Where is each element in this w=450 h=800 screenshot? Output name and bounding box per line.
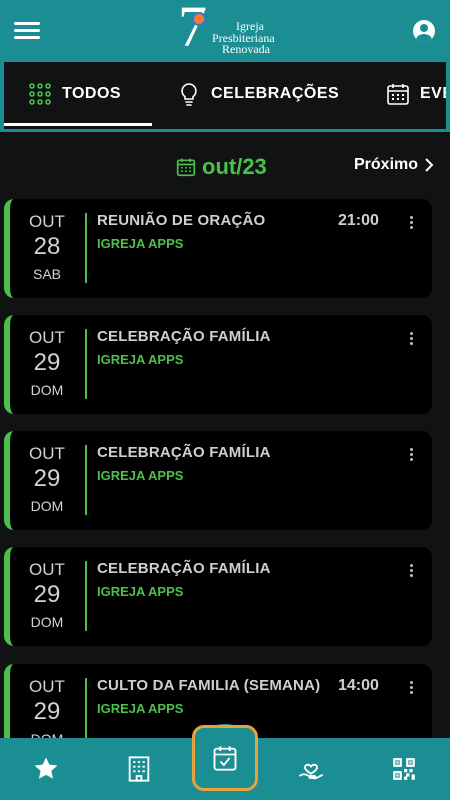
more-options-icon[interactable] [408,564,416,580]
event-card[interactable]: OUT 29 DOM CELEBRAÇÃO FAMÍLIA IGREJA APP… [4,315,432,414]
tab-todos[interactable]: TODOS [28,62,121,126]
event-day: 28 [33,233,61,260]
event-time: 21:00 [338,212,379,229]
event-title: CULTO DA FAMILIA (SEMANA) [97,677,321,694]
event-month: OUT [29,212,65,231]
calendar-check-icon [213,746,237,771]
current-month: out/23 [176,154,267,180]
date-divider [85,329,87,399]
grid-dots-icon [29,83,51,105]
calendar-month-icon [176,158,196,177]
event-weekday: DOM [30,382,64,398]
event-month: OUT [29,328,65,347]
event-day: 29 [33,581,61,608]
chevron-right-icon [425,158,434,172]
event-time: 14:00 [338,677,379,694]
app-header: 7 Igreja Presbiteriana Renovada [0,0,450,62]
more-options-icon[interactable] [408,448,416,464]
event-card[interactable]: OUT 29 DOM CELEBRAÇÃO FAMÍLIA IGREJA APP… [4,547,432,646]
menu-icon[interactable] [14,22,40,40]
nav-church[interactable] [122,752,156,786]
logo-line-3: Renovada [222,42,270,56]
month-label: out/23 [202,154,267,179]
tab-celebracoes[interactable]: CELEBRAÇÕES [177,62,339,126]
event-month: OUT [29,677,65,696]
nav-qr-code[interactable] [387,752,421,786]
event-month: OUT [29,444,65,463]
month-navigation: out/23 Próximo [0,150,450,186]
nav-events[interactable] [192,725,258,791]
church-logo: 7 Igreja Presbiteriana Renovada [178,0,278,58]
event-title: CELEBRAÇÃO FAMÍLIA [97,328,271,345]
more-options-icon[interactable] [408,216,416,232]
active-tab-indicator [4,123,152,126]
tab-todos-label: TODOS [62,85,122,102]
calendar-icon [387,84,409,105]
tab-eventos[interactable]: EVE [386,62,446,126]
star-icon [34,757,58,779]
lightbulb-icon [181,83,197,106]
nav-donations[interactable] [294,752,328,786]
tab-celebracoes-label: CELEBRAÇÕES [211,85,340,102]
hand-heart-icon [298,763,324,780]
next-month-button[interactable]: Próximo [354,156,434,174]
event-weekday: DOM [30,498,64,514]
user-account-icon[interactable] [413,20,435,42]
event-card[interactable]: OUT 29 DOM CELEBRAÇÃO FAMÍLIA IGREJA APP… [4,431,432,530]
event-organizer: IGREJA APPS [97,701,184,716]
event-weekday: SAB [32,266,61,282]
more-options-icon[interactable] [408,681,416,697]
nav-favorites[interactable] [29,752,63,786]
building-icon [128,756,150,782]
logo-numeral: 7 [178,0,207,59]
event-day: 29 [33,465,61,492]
event-title: CELEBRAÇÃO FAMÍLIA [97,560,271,577]
event-organizer: IGREJA APPS [97,236,184,251]
qr-code-icon [393,758,415,780]
next-label: Próximo [354,156,419,173]
event-organizer: IGREJA APPS [97,584,184,599]
date-divider [85,561,87,631]
date-divider [85,445,87,515]
event-card[interactable]: OUT 28 SAB REUNIÃO DE ORAÇÃO IGREJA APPS… [4,199,432,298]
event-month: OUT [29,560,65,579]
category-tabs: TODOS CELEBRAÇÕES EVE [0,62,450,132]
event-title: REUNIÃO DE ORAÇÃO [97,212,266,229]
event-organizer: IGREJA APPS [97,468,184,483]
event-organizer: IGREJA APPS [97,352,184,367]
logo-globe-icon [192,12,206,26]
event-day: 29 [33,349,61,376]
event-weekday: DOM [30,614,64,630]
event-title: CELEBRAÇÃO FAMÍLIA [97,444,271,461]
date-divider [85,213,87,283]
more-options-icon[interactable] [408,332,416,348]
event-day: 29 [33,698,61,725]
tab-eventos-label: EVE [420,85,446,102]
